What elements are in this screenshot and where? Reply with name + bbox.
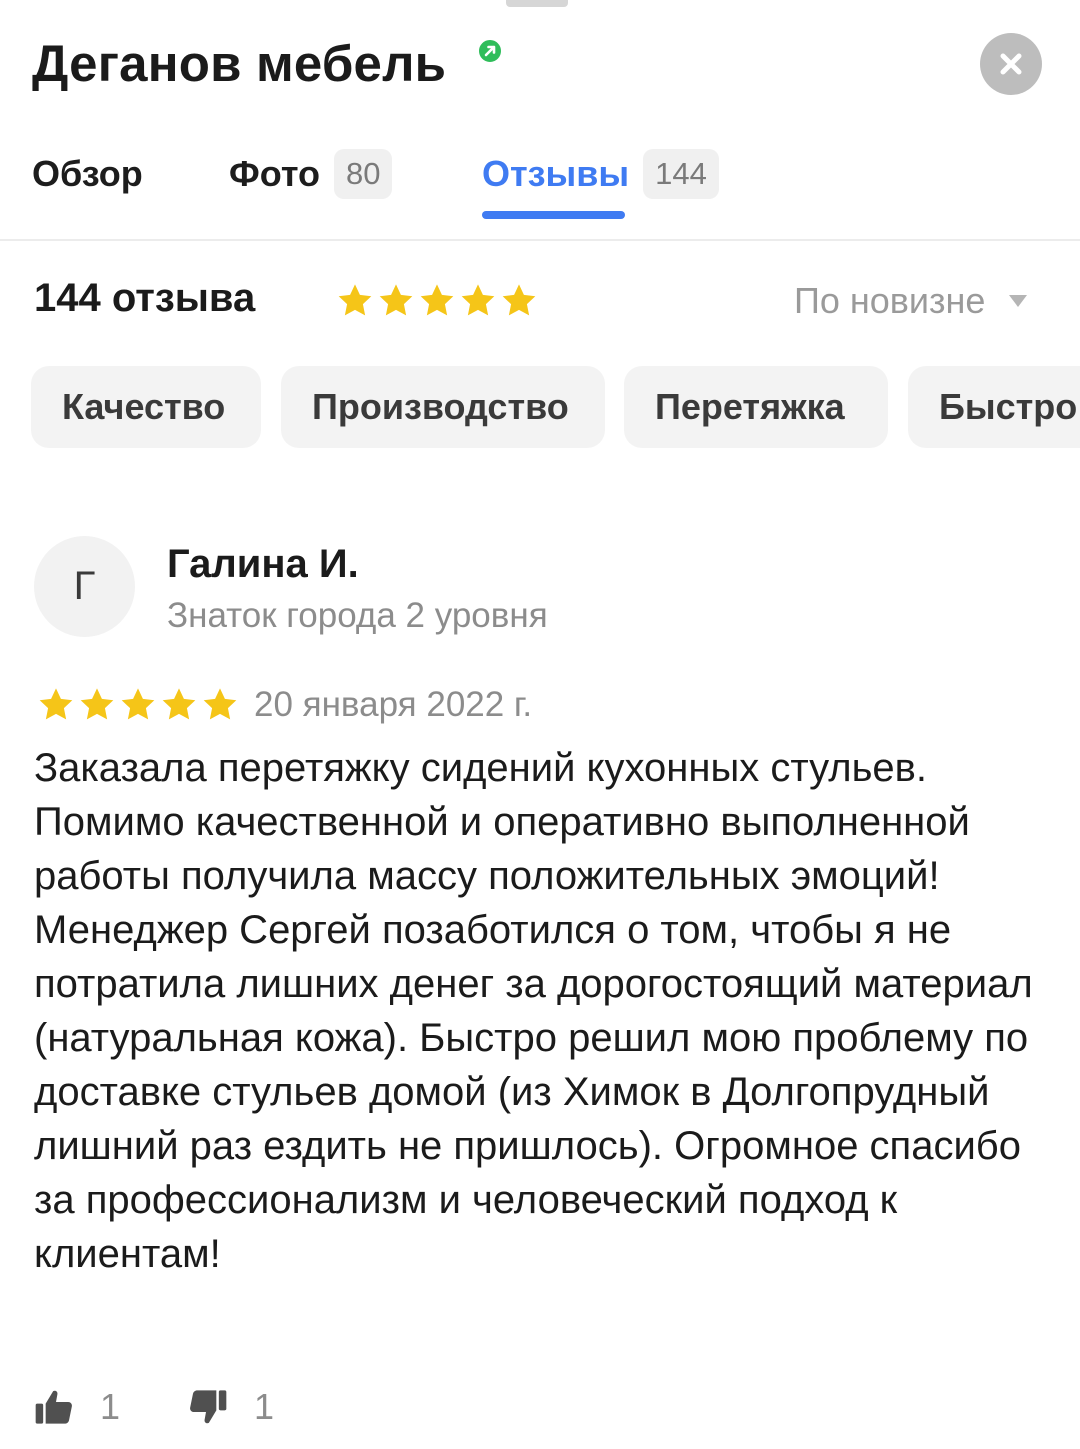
- tab-reviews[interactable]: Отзывы 144: [482, 144, 719, 204]
- tab-bar: Обзор Фото 80 Отзывы 144: [0, 140, 1080, 220]
- tag-chip[interactable]: Перетяжка: [624, 366, 888, 448]
- tab-label: Фото: [229, 153, 320, 194]
- active-tab-indicator: [482, 211, 625, 219]
- thumbs-down-icon: [190, 1390, 227, 1424]
- tab-label: Отзывы: [482, 153, 630, 194]
- average-rating-stars: [335, 282, 539, 320]
- reviews-count: 144 отзыва: [34, 276, 256, 320]
- like-button[interactable]: 1: [34, 1380, 120, 1434]
- dislike-button[interactable]: 1: [188, 1380, 274, 1434]
- close-icon: [1000, 53, 1022, 75]
- review-tags: Качество Производство Перетяжка Быстро: [0, 366, 1080, 448]
- tab-count-badge: 144: [643, 149, 719, 199]
- tag-chip[interactable]: Быстро: [908, 366, 1080, 448]
- verified-badge-icon: [477, 38, 503, 64]
- star-icon: [162, 688, 196, 720]
- review-rating-stars: [36, 686, 240, 724]
- star-icon: [420, 284, 454, 316]
- place-card: Деганов мебель Обзор Фото 80 Отзывы 144: [0, 0, 1080, 1449]
- tag-chip[interactable]: Производство: [281, 366, 605, 448]
- close-button[interactable]: [980, 33, 1042, 95]
- review-text: Заказала перетяжку сидений кухонных стул…: [34, 746, 1033, 1276]
- star-icon: [379, 284, 413, 316]
- avatar-letter: Г: [73, 564, 96, 608]
- tab-photos[interactable]: Фото 80: [229, 144, 393, 204]
- divider: [0, 239, 1080, 241]
- sort-dropdown[interactable]: По новизне: [794, 280, 1029, 322]
- thumbs-up-icon: [35, 1390, 72, 1424]
- caret-down-icon: [1009, 295, 1028, 307]
- star-icon: [502, 284, 536, 316]
- star-icon: [203, 688, 237, 720]
- sort-label: По новизне: [794, 280, 986, 321]
- dislike-count: 1: [254, 1386, 275, 1427]
- reviews-summary: 144 отзыва По новизне: [0, 260, 1080, 340]
- header: Деганов мебель Обзор Фото 80 Отзывы 144: [0, 0, 1080, 241]
- star-icon: [461, 284, 495, 316]
- star-icon: [80, 688, 114, 720]
- tab-overview[interactable]: Обзор: [32, 144, 143, 204]
- star-icon: [39, 688, 73, 720]
- like-count: 1: [100, 1386, 121, 1427]
- star-icon: [338, 284, 372, 316]
- tab-label: Обзор: [32, 153, 143, 194]
- avatar[interactable]: Г: [34, 536, 135, 637]
- author-name[interactable]: Галина И.: [167, 542, 359, 587]
- star-icon: [121, 688, 155, 720]
- review-reactions: 1 1: [0, 1380, 1080, 1440]
- review-date: 20 января 2022 г.: [254, 685, 533, 724]
- page-title: Деганов мебель: [32, 35, 447, 92]
- tag-chip[interactable]: Качество: [31, 366, 261, 448]
- author-level: Знаток города 2 уровня: [167, 596, 548, 635]
- tab-count-badge: 80: [333, 149, 393, 199]
